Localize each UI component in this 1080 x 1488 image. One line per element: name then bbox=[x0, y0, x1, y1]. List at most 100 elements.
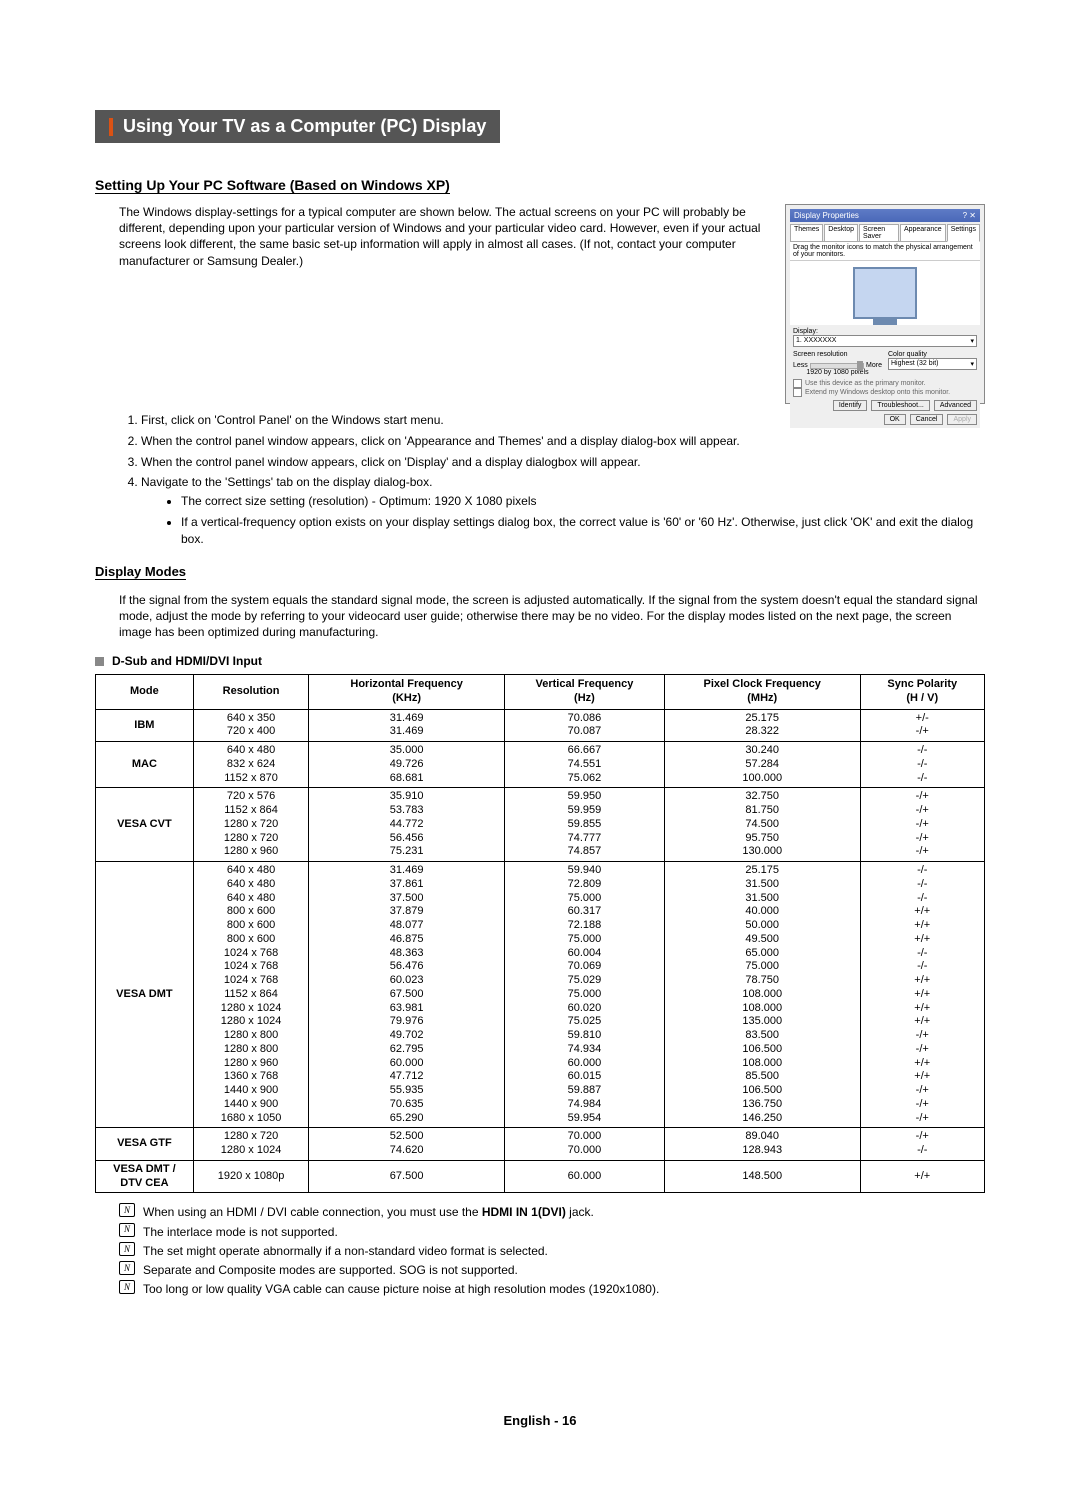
note-item: N Too long or low quality VGA cable can c… bbox=[119, 1280, 985, 1299]
table-row: VESA DMT / DTV CEA1920 x 1080p67.50060.0… bbox=[96, 1160, 985, 1193]
step4-bullet-2: If a vertical-frequency option exists on… bbox=[181, 514, 985, 548]
resolution-slider[interactable] bbox=[810, 363, 864, 369]
page-title-bar: Using Your TV as a Computer (PC) Display bbox=[95, 110, 985, 143]
check-extend-label: Extend my Windows desktop onto this moni… bbox=[805, 389, 950, 396]
setup-steps: First, click on 'Control Panel' on the W… bbox=[119, 412, 985, 548]
display-label: Display: bbox=[793, 328, 977, 335]
data-cell: 1920 x 1080p bbox=[193, 1160, 309, 1193]
data-cell: 70.086 70.087 bbox=[504, 709, 664, 742]
slider-less: Less bbox=[793, 362, 808, 369]
data-cell: 25.175 28.322 bbox=[664, 709, 860, 742]
note-icon: N bbox=[119, 1261, 135, 1275]
step-4-text: Navigate to the 'Settings' tab on the di… bbox=[141, 475, 432, 489]
th-hf: Horizontal Frequency (KHz) bbox=[309, 675, 505, 710]
table-row: IBM640 x 350 720 x 40031.469 31.46970.08… bbox=[96, 709, 985, 742]
data-cell: -/+ -/- bbox=[860, 1128, 984, 1161]
data-cell: 70.000 70.000 bbox=[504, 1128, 664, 1161]
cancel-button[interactable]: Cancel bbox=[910, 414, 944, 425]
apply-button[interactable]: Apply bbox=[947, 414, 977, 425]
table-row: VESA CVT720 x 576 1152 x 864 1280 x 720 … bbox=[96, 788, 985, 862]
input-label: D-Sub and HDMI/DVI Input bbox=[95, 654, 985, 668]
page-footer: English - 16 bbox=[0, 1413, 1080, 1428]
note-icon: N bbox=[119, 1280, 135, 1294]
tab-desktop[interactable]: Desktop bbox=[824, 224, 858, 242]
data-cell: -/- -/- -/- +/+ +/+ +/+ -/- -/- +/+ +/+ … bbox=[860, 862, 984, 1128]
tab-themes[interactable]: Themes bbox=[790, 224, 823, 242]
note-icon: N bbox=[119, 1203, 135, 1217]
data-cell: 59.950 59.959 59.855 74.777 74.857 bbox=[504, 788, 664, 862]
tab-settings[interactable]: Settings bbox=[947, 224, 980, 242]
data-cell: 66.667 74.551 75.062 bbox=[504, 742, 664, 788]
table-row: MAC640 x 480 832 x 624 1152 x 87035.000 … bbox=[96, 742, 985, 788]
tab-screensaver[interactable]: Screen Saver bbox=[859, 224, 899, 242]
square-bullet-icon bbox=[95, 657, 104, 666]
color-label: Color quality bbox=[888, 351, 977, 358]
data-cell: 148.500 bbox=[664, 1160, 860, 1193]
display-dropdown[interactable]: 1. XXXXXXX▾ bbox=[793, 335, 977, 347]
note-icon: N bbox=[119, 1223, 135, 1237]
data-cell: 640 x 480 640 x 480 640 x 480 800 x 600 … bbox=[193, 862, 309, 1128]
step-3: When the control panel window appears, c… bbox=[141, 454, 985, 471]
monitor-icon bbox=[853, 267, 917, 319]
mode-cell: VESA GTF bbox=[96, 1128, 194, 1161]
table-row: VESA GTF1280 x 720 1280 x 102452.500 74.… bbox=[96, 1128, 985, 1161]
section-displaymodes-heading: Display Modes bbox=[95, 564, 186, 580]
identify-button[interactable]: Identify bbox=[833, 400, 868, 411]
note-text: The set might operate abnormally if a no… bbox=[143, 1242, 548, 1261]
checkbox-extend[interactable] bbox=[793, 388, 802, 397]
ok-button[interactable]: OK bbox=[884, 414, 906, 425]
troubleshoot-button[interactable]: Troubleshoot... bbox=[871, 400, 929, 411]
data-cell: 720 x 576 1152 x 864 1280 x 720 1280 x 7… bbox=[193, 788, 309, 862]
data-cell: 31.469 31.469 bbox=[309, 709, 505, 742]
th-sp: Sync Polarity (H / V) bbox=[860, 675, 984, 710]
note-text: Separate and Composite modes are support… bbox=[143, 1261, 518, 1280]
step-4: Navigate to the 'Settings' tab on the di… bbox=[141, 474, 985, 547]
step-2: When the control panel window appears, c… bbox=[141, 433, 985, 450]
checkbox-primary[interactable] bbox=[793, 379, 802, 388]
slider-more: More bbox=[866, 362, 882, 369]
dialog-title: Display Properties bbox=[794, 211, 859, 220]
table-row: VESA DMT640 x 480 640 x 480 640 x 480 80… bbox=[96, 862, 985, 1128]
note-text: When using an HDMI / DVI cable connectio… bbox=[143, 1203, 594, 1222]
mode-cell: MAC bbox=[96, 742, 194, 788]
data-cell: 1280 x 720 1280 x 1024 bbox=[193, 1128, 309, 1161]
title-accent bbox=[109, 118, 113, 136]
note-item: N The set might operate abnormally if a n… bbox=[119, 1242, 985, 1261]
data-cell: 67.500 bbox=[309, 1160, 505, 1193]
setup-intro-text: The Windows display-settings for a typic… bbox=[95, 204, 765, 404]
mode-cell: VESA CVT bbox=[96, 788, 194, 862]
data-cell: 640 x 350 720 x 400 bbox=[193, 709, 309, 742]
note-icon: N bbox=[119, 1242, 135, 1256]
check-primary-label: Use this device as the primary monitor. bbox=[805, 380, 926, 387]
color-value: Highest (32 bit) bbox=[891, 360, 938, 368]
data-cell: 60.000 bbox=[504, 1160, 664, 1193]
data-cell: 35.910 53.783 44.772 56.456 75.231 bbox=[309, 788, 505, 862]
dialog-close-icons[interactable]: ? ✕ bbox=[963, 211, 976, 220]
th-resolution: Resolution bbox=[193, 675, 309, 710]
step4-bullet-1: The correct size setting (resolution) - … bbox=[181, 493, 985, 510]
data-cell: 31.469 37.861 37.500 37.879 48.077 46.87… bbox=[309, 862, 505, 1128]
page-title: Using Your TV as a Computer (PC) Display bbox=[123, 116, 486, 137]
data-cell: 32.750 81.750 74.500 95.750 130.000 bbox=[664, 788, 860, 862]
resolution-label: Screen resolution bbox=[793, 351, 882, 358]
data-cell: 59.940 72.809 75.000 60.317 72.188 75.00… bbox=[504, 862, 664, 1128]
data-cell: 640 x 480 832 x 624 1152 x 870 bbox=[193, 742, 309, 788]
mode-cell: IBM bbox=[96, 709, 194, 742]
data-cell: +/+ bbox=[860, 1160, 984, 1193]
data-cell: 52.500 74.620 bbox=[309, 1128, 505, 1161]
tab-appearance[interactable]: Appearance bbox=[900, 224, 946, 242]
color-dropdown[interactable]: Highest (32 bit)▾ bbox=[888, 358, 977, 370]
mode-cell: VESA DMT / DTV CEA bbox=[96, 1160, 194, 1193]
th-vf: Vertical Frequency (Hz) bbox=[504, 675, 664, 710]
dialog-hint: Drag the monitor icons to match the phys… bbox=[790, 241, 980, 261]
data-cell: 30.240 57.284 100.000 bbox=[664, 742, 860, 788]
display-modes-table: Mode Resolution Horizontal Frequency (KH… bbox=[95, 674, 985, 1193]
note-item: N The interlace mode is not supported. bbox=[119, 1223, 985, 1242]
advanced-button[interactable]: Advanced bbox=[934, 400, 977, 411]
data-cell: 25.175 31.500 31.500 40.000 50.000 49.50… bbox=[664, 862, 860, 1128]
note-text: Too long or low quality VGA cable can ca… bbox=[143, 1280, 659, 1299]
dialog-tabs: Themes Desktop Screen Saver Appearance S… bbox=[790, 224, 980, 242]
display-value: 1. XXXXXXX bbox=[796, 337, 836, 345]
note-text: The interlace mode is not supported. bbox=[143, 1223, 338, 1242]
data-cell: -/+ -/+ -/+ -/+ -/+ bbox=[860, 788, 984, 862]
